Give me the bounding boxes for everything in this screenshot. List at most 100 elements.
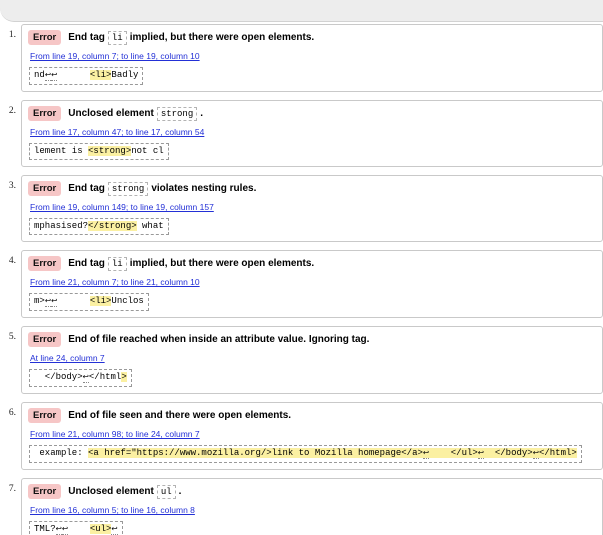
error-badge: Error	[28, 106, 61, 121]
source-text: lement is	[34, 146, 88, 156]
location-line: From line 21, column 98; to line 24, col…	[30, 428, 594, 439]
source-text: nd	[34, 70, 45, 80]
error-message: End of file seen and there were open ele…	[68, 409, 291, 423]
code-extract: example: <a href="https://www.mozilla.or…	[29, 445, 582, 463]
error-badge: Error	[28, 408, 61, 423]
error-message: End tagliimplied, but there were open el…	[68, 257, 314, 271]
message-text: Unclosed element	[68, 108, 154, 119]
code-extract: nd↩↩ <li>Badly	[29, 67, 143, 85]
item-number: 7.	[0, 478, 21, 494]
error-item: Error End of file seen and there were op…	[21, 402, 603, 470]
error-item: Error End tagliimplied, but there were o…	[21, 24, 603, 92]
item-number: 4.	[0, 250, 21, 266]
source-location-link[interactable]: At line 24, column 7	[30, 353, 105, 363]
location-line: From line 19, column 149; to line 19, co…	[30, 201, 594, 212]
source-location-link[interactable]: From line 17, column 47; to line 17, col…	[30, 127, 204, 137]
highlighted-source: >	[121, 372, 126, 382]
error-list-row: 1. Error End tagliimplied, but there wer…	[0, 24, 603, 92]
source-text	[68, 524, 90, 534]
error-message: Unclosed elementstrong.	[68, 107, 203, 121]
highlighted-source: </body>	[484, 448, 533, 458]
item-number: 5.	[0, 326, 21, 342]
error-heading: Error End tagliimplied, but there were o…	[28, 256, 594, 271]
error-list-row: 5. Error End of file reached when inside…	[0, 326, 603, 394]
error-item: Error Unclosed elementstrong. From line …	[21, 100, 603, 167]
error-badge: Error	[28, 484, 61, 499]
tag-name-code: strong	[108, 182, 148, 196]
tag-name-code: li	[108, 257, 127, 271]
code-extract: TML?↩↩ <ul>↩	[29, 521, 123, 535]
error-list-row: 7. Error Unclosed elementul. From line 1…	[0, 478, 603, 535]
highlighted-source: <li>	[90, 70, 112, 80]
message-text: .	[179, 486, 182, 497]
tag-name-code: strong	[157, 107, 197, 121]
message-text: End of file reached when inside an attri…	[68, 334, 369, 345]
source-location-link[interactable]: From line 19, column 7; to line 19, colu…	[30, 51, 200, 61]
code-extract: m>↩↩ <li>Unclos	[29, 293, 149, 311]
highlighted-source: <li>	[90, 296, 112, 306]
source-text	[57, 296, 89, 306]
source-text: Unclos	[111, 296, 143, 306]
linebreak-glyph: ↩	[56, 526, 62, 535]
highlighted-source: </ul>	[429, 448, 478, 458]
error-list-row: 6. Error End of file seen and there were…	[0, 402, 603, 470]
message-text: End tag	[68, 32, 105, 43]
error-list-row: 3. Error End tagstrongviolates nesting r…	[0, 175, 603, 242]
page: 1. Error End tagliimplied, but there wer…	[0, 0, 603, 535]
highlighted-source: </strong>	[88, 221, 137, 231]
error-item: Error End tagliimplied, but there were o…	[21, 250, 603, 318]
code-extract: </body>↩</html>	[29, 369, 132, 387]
highlighted-source: <ul>	[90, 524, 112, 534]
error-heading: Error End of file seen and there were op…	[28, 408, 594, 423]
error-badge: Error	[28, 332, 61, 347]
error-heading: Error End of file reached when inside an…	[28, 332, 594, 347]
source-text: </html	[89, 372, 121, 382]
error-item: Error Unclosed elementul. From line 16, …	[21, 478, 603, 535]
location-line: From line 21, column 7; to line 21, colu…	[30, 276, 594, 287]
source-location-link[interactable]: From line 21, column 7; to line 21, colu…	[30, 277, 200, 287]
source-location-link[interactable]: From line 19, column 149; to line 19, co…	[30, 202, 214, 212]
location-line: From line 19, column 7; to line 19, colu…	[30, 50, 594, 61]
item-number: 1.	[0, 24, 21, 40]
error-heading: Error End tagstrongviolates nesting rule…	[28, 181, 594, 196]
error-badge: Error	[28, 256, 61, 271]
message-text: violates nesting rules.	[151, 183, 256, 194]
item-number: 3.	[0, 175, 21, 191]
source-text: m>	[34, 296, 45, 306]
error-heading: Error Unclosed elementul.	[28, 484, 594, 499]
error-heading: Error End tagliimplied, but there were o…	[28, 30, 594, 45]
error-message: End tagliimplied, but there were open el…	[68, 31, 314, 45]
message-text: End tag	[68, 258, 105, 269]
error-item: Error End tagstrongviolates nesting rule…	[21, 175, 603, 242]
location-line: From line 17, column 47; to line 17, col…	[30, 126, 594, 137]
code-extract: mphasised?</strong> what	[29, 218, 169, 235]
highlighted-source: <a href="https://www.mozilla.org/>link t…	[88, 448, 423, 458]
tag-name-code: ul	[157, 485, 176, 499]
source-text	[57, 70, 89, 80]
item-number: 2.	[0, 100, 21, 116]
error-item: Error End of file reached when inside an…	[21, 326, 603, 394]
highlighted-source: <strong>	[88, 146, 131, 156]
location-line: From line 16, column 5; to line 16, colu…	[30, 504, 594, 515]
error-list-row: 4. Error End tagliimplied, but there wer…	[0, 250, 603, 318]
error-message: Unclosed elementul.	[68, 485, 181, 499]
source-text: TML?	[34, 524, 56, 534]
message-text: .	[200, 108, 203, 119]
error-badge: Error	[28, 181, 61, 196]
message-text: Unclosed element	[68, 486, 154, 497]
code-extract: lement is <strong>not cl	[29, 143, 169, 160]
tag-name-code: li	[108, 31, 127, 45]
message-text: End tag	[68, 183, 105, 194]
source-location-link[interactable]: From line 16, column 5; to line 16, colu…	[30, 505, 195, 515]
error-heading: Error Unclosed elementstrong.	[28, 106, 594, 121]
error-badge: Error	[28, 30, 61, 45]
source-text: what	[137, 221, 164, 231]
source-text: not cl	[131, 146, 163, 156]
source-location-link[interactable]: From line 21, column 98; to line 24, col…	[30, 429, 200, 439]
error-list-row: 2. Error Unclosed elementstrong. From li…	[0, 100, 603, 167]
source-text: mphasised?	[34, 221, 88, 231]
error-message: End tagstrongviolates nesting rules.	[68, 182, 256, 196]
validator-error-list: 1. Error End tagliimplied, but there wer…	[0, 24, 603, 535]
location-line: At line 24, column 7	[30, 352, 594, 363]
item-number: 6.	[0, 402, 21, 418]
